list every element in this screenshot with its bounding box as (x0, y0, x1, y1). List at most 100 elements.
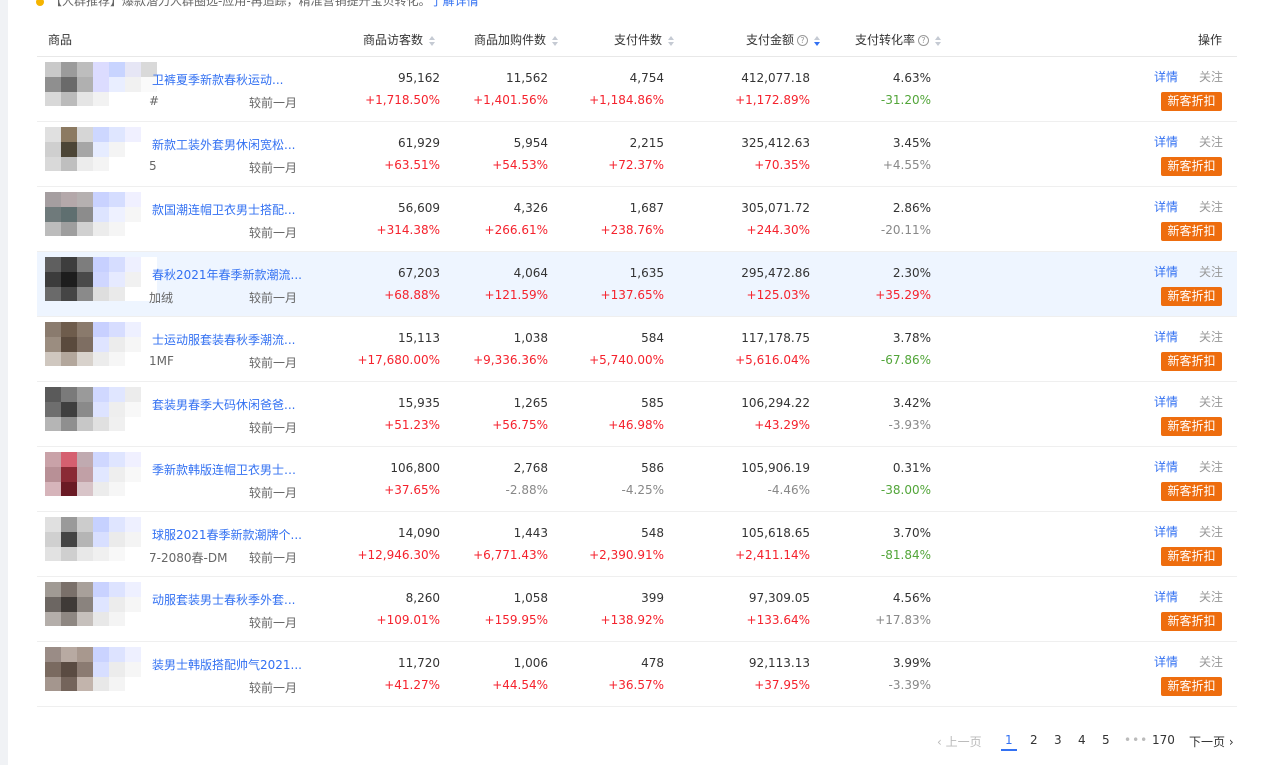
follow-link[interactable]: 关注 (1199, 68, 1223, 85)
follow-link[interactable]: 关注 (1199, 653, 1223, 670)
sort-desc-icon[interactable] (814, 35, 821, 46)
visitors-change: +109.01% (376, 613, 440, 627)
product-code: # (149, 94, 160, 108)
next-page-label: 下一页 (1189, 735, 1226, 749)
page-3[interactable]: 3 (1054, 733, 1062, 747)
compare-label: 较前一月 (249, 291, 298, 305)
paid-value: 399 (641, 591, 664, 605)
page-1[interactable]: 1 (1001, 733, 1017, 751)
follow-link[interactable]: 关注 (1199, 133, 1223, 150)
product-thumbnail[interactable] (45, 192, 157, 236)
product-thumbnail[interactable] (45, 452, 157, 496)
detail-link[interactable]: 详情 (1154, 588, 1178, 605)
compare-label: 较前一月 (249, 551, 298, 565)
table-row: 球服2021春季新款潮牌个... 7-2080春-DM 较前一月 14,090 +12,… (37, 512, 1237, 577)
product-thumbnail[interactable] (45, 387, 157, 431)
detail-link[interactable]: 详情 (1154, 458, 1178, 475)
notice-link[interactable]: 了解详情 (431, 0, 479, 8)
sort-icon[interactable] (552, 35, 559, 46)
col-conversion[interactable]: 支付转化率? (855, 31, 942, 48)
page-ellipsis[interactable]: ••• (1124, 733, 1148, 747)
product-name[interactable]: 动服套装男士春秋季外套... (152, 591, 302, 608)
product-thumbnail[interactable] (45, 257, 157, 301)
product-name[interactable]: 春秋2021年春季新款潮流... (152, 266, 302, 283)
new-customer-discount-button[interactable]: 新客折扣 (1161, 287, 1222, 306)
product-thumbnail[interactable] (45, 62, 157, 106)
detail-link[interactable]: 详情 (1154, 653, 1178, 670)
product-thumbnail[interactable] (45, 517, 157, 561)
compare-label: 较前一月 (249, 486, 298, 500)
follow-link[interactable]: 关注 (1199, 588, 1223, 605)
follow-link[interactable]: 关注 (1199, 393, 1223, 410)
next-page-button[interactable]: 下一页 › (1189, 733, 1234, 750)
product-name[interactable]: 球服2021春季新款潮牌个... (152, 526, 302, 543)
cart-change: +56.75% (492, 418, 548, 432)
col-paid-amount[interactable]: 支付金额? (746, 31, 821, 48)
new-customer-discount-button[interactable]: 新客折扣 (1161, 417, 1222, 436)
col-visitors[interactable]: 商品访客数 (363, 31, 436, 48)
new-customer-discount-button[interactable]: 新客折扣 (1161, 677, 1222, 696)
help-icon[interactable]: ? (918, 35, 930, 46)
product-name[interactable]: 套装男春季大码休闲爸爸... (152, 396, 302, 413)
cart-value: 1,038 (513, 331, 548, 345)
product-name[interactable]: 新款工装外套男休闲宽松... (152, 136, 302, 153)
product-name[interactable]: 款国潮连帽卫衣男士搭配... (152, 201, 302, 218)
amount-value: 105,906.19 (741, 461, 810, 475)
page-last[interactable]: 170 (1152, 733, 1175, 747)
product-thumbnail[interactable] (45, 322, 157, 366)
detail-link[interactable]: 详情 (1154, 198, 1178, 215)
pagination: ‹ 上一页 1 2 3 4 5 ••• 170 下一页 › (0, 733, 1263, 753)
follow-link[interactable]: 关注 (1199, 328, 1223, 345)
help-icon[interactable]: ? (797, 35, 809, 46)
col-paid-items[interactable]: 支付件数 (614, 31, 675, 48)
rate-change: -3.39% (888, 678, 931, 692)
cart-value: 4,064 (513, 266, 548, 280)
amount-change: +133.64% (746, 613, 810, 627)
detail-link[interactable]: 详情 (1154, 133, 1178, 150)
detail-link[interactable]: 详情 (1154, 393, 1178, 410)
product-name[interactable]: 装男士韩版搭配帅气2021... (152, 656, 302, 673)
visitors-value: 67,203 (398, 266, 440, 280)
sort-icon[interactable] (668, 35, 675, 46)
sort-icon[interactable] (935, 35, 942, 46)
rate-change: +17.83% (875, 613, 931, 627)
visitors-value: 106,800 (390, 461, 440, 475)
rate-value: 4.63% (892, 71, 931, 85)
new-customer-discount-button[interactable]: 新客折扣 (1161, 547, 1222, 566)
detail-link[interactable]: 详情 (1154, 328, 1178, 345)
follow-link[interactable]: 关注 (1199, 458, 1223, 475)
product-code: 加绒 (149, 291, 174, 305)
rate-value: 3.78% (892, 331, 931, 345)
product-name[interactable]: 季新款韩版连帽卫衣男士运... (152, 461, 302, 478)
table-row: 士运动服套装春秋季潮流... 1MF 较前一月 15,113 +17,680.00% 1,… (37, 317, 1237, 382)
new-customer-discount-button[interactable]: 新客折扣 (1161, 157, 1222, 176)
rate-change: -3.93% (888, 418, 931, 432)
detail-link[interactable]: 详情 (1154, 68, 1178, 85)
page-4[interactable]: 4 (1078, 733, 1086, 747)
sort-icon[interactable] (429, 35, 436, 46)
page-2[interactable]: 2 (1030, 733, 1038, 747)
new-customer-discount-button[interactable]: 新客折扣 (1161, 352, 1222, 371)
follow-link[interactable]: 关注 (1199, 263, 1223, 280)
follow-link[interactable]: 关注 (1199, 198, 1223, 215)
detail-link[interactable]: 详情 (1154, 523, 1178, 540)
product-name[interactable]: 士运动服套装春秋季潮流... (152, 331, 302, 348)
product-name[interactable]: 卫裤夏季新款春秋运动... (152, 71, 302, 88)
col-paid-items-label: 支付件数 (614, 33, 663, 47)
product-thumbnail[interactable] (45, 127, 157, 171)
new-customer-discount-button[interactable]: 新客折扣 (1161, 92, 1222, 111)
prev-page-button[interactable]: ‹ 上一页 (937, 733, 982, 750)
amount-value: 106,294.22 (741, 396, 810, 410)
follow-link[interactable]: 关注 (1199, 523, 1223, 540)
col-cart-items[interactable]: 商品加购件数 (474, 31, 559, 48)
new-customer-discount-button[interactable]: 新客折扣 (1161, 482, 1222, 501)
new-customer-discount-button[interactable]: 新客折扣 (1161, 612, 1222, 631)
cart-change: +54.53% (492, 158, 548, 172)
detail-link[interactable]: 详情 (1154, 263, 1178, 280)
new-customer-discount-button[interactable]: 新客折扣 (1161, 222, 1222, 241)
product-thumbnail[interactable] (45, 647, 157, 691)
page-5[interactable]: 5 (1102, 733, 1110, 747)
paid-change: -4.25% (621, 483, 664, 497)
table-row: 卫裤夏季新款春秋运动... # 较前一月 95,162 +1,718.50% 11,562… (37, 57, 1237, 122)
product-thumbnail[interactable] (45, 582, 157, 626)
